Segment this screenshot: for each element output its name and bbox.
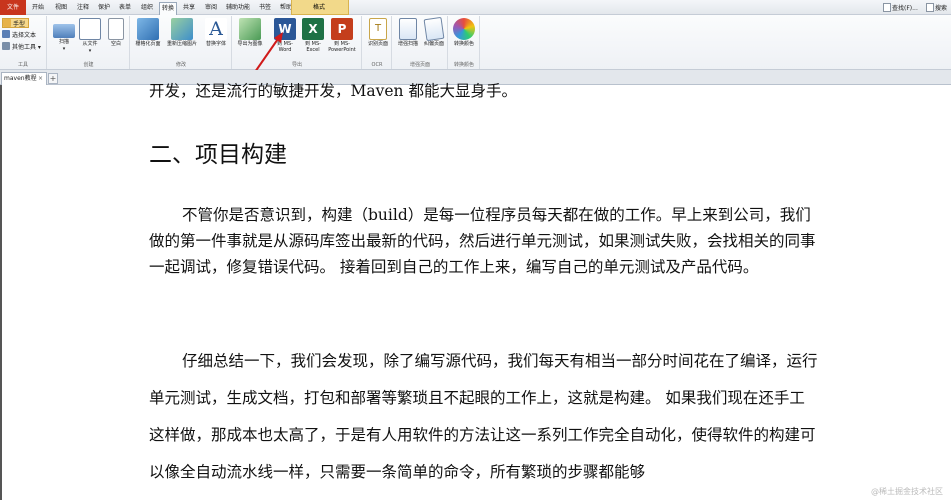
watermark: @稀土掘金技术社区	[871, 487, 943, 496]
to-excel-button[interactable]: X 到 MS- Excel	[298, 18, 328, 53]
ocr-icon: T	[369, 18, 387, 40]
deskew-page-button[interactable]: 纠偏页面	[419, 16, 449, 47]
menu-file[interactable]: 文件	[0, 0, 26, 15]
search-icon	[926, 3, 934, 12]
color-wheel-icon	[453, 18, 475, 40]
ribbon: 手型 选择文本 其他工具 ▾ 工具 扫描▾ 从文件▾ 空白 创建 栅格化页面	[0, 15, 951, 70]
select-text-tool[interactable]: 选择文本	[2, 30, 36, 40]
other-tools[interactable]: 其他工具 ▾	[2, 42, 41, 52]
convert-color-button[interactable]: 转换颜色	[449, 18, 479, 47]
menu-review[interactable]: 审阅	[203, 2, 219, 13]
hand-icon	[3, 19, 11, 27]
menu-view[interactable]: 视图	[53, 2, 69, 13]
rasterize-page-button[interactable]: 栅格化页面	[133, 18, 163, 47]
section-heading: 二、项目构建	[149, 142, 287, 168]
group-create: 扫描 ▾ 从文件 ▾ 空白 创建	[48, 16, 130, 69]
to-powerpoint-button[interactable]: P 到 MS- PowerPoint	[327, 18, 357, 53]
replace-font-button[interactable]: A 替换字体	[201, 18, 231, 47]
group-modify: 栅格化页面 重新压缩图片 A 替换字体 修改	[131, 16, 232, 69]
paragraph: 不管你是否意识到，构建（build）是每一位程序员每天都在做的工作。早上来到公司…	[149, 206, 816, 276]
menu-format[interactable]: 格式	[313, 2, 325, 13]
tools-icon	[2, 42, 10, 50]
group-tools: 手型 选择文本 其他工具 ▾ 工具	[0, 16, 47, 69]
find-button[interactable]: 查找(F)...	[892, 3, 918, 12]
menu-form[interactable]: 表单	[117, 2, 133, 13]
menu-home[interactable]: 开始	[30, 2, 46, 13]
menu-comment[interactable]: 注释	[75, 2, 91, 13]
recompress-images-button[interactable]: 重新压缩图片	[167, 18, 197, 47]
group-label-enhance: 增强页面	[409, 62, 430, 68]
find-icon	[883, 3, 891, 12]
menu-protect[interactable]: 保护	[96, 2, 112, 13]
menu-organize[interactable]: 组织	[139, 2, 155, 13]
group-label-ocr: OCR	[371, 62, 383, 68]
ocr-page-button[interactable]: T 识别页面	[363, 18, 393, 47]
close-tab-icon[interactable]: ×	[38, 73, 43, 84]
group-label-color: 转换颜色	[453, 62, 474, 68]
powerpoint-icon: P	[331, 18, 353, 40]
excel-icon: X	[302, 18, 324, 40]
paragraph: 仔细总结一下，我们会发现，除了编写源代码，我们每天有相当一部分时间花在了编译，运…	[149, 352, 818, 481]
blank-button[interactable]: 空白	[101, 18, 131, 47]
page-left-border	[0, 85, 2, 500]
group-label-modify: 修改	[175, 62, 186, 68]
enhance-scan-icon	[399, 18, 417, 40]
new-tab-button[interactable]: +	[48, 73, 58, 84]
font-icon: A	[205, 18, 227, 40]
menu-convert[interactable]: 转换	[159, 2, 178, 15]
document-tab[interactable]: maven教程 ×	[1, 72, 47, 85]
file-add-icon	[79, 18, 101, 40]
group-ocr: T 识别页面 OCR	[363, 16, 392, 69]
scanner-icon	[53, 24, 75, 38]
menu-bookmark[interactable]: 书签	[257, 2, 273, 13]
hand-tool[interactable]: 手型	[2, 18, 30, 28]
menu-share[interactable]: 共享	[181, 2, 197, 13]
text-fragment: 开发，还是流行的敏捷开发，Maven 都能大显身手。	[149, 82, 517, 100]
menu-accessibility[interactable]: 辅助功能	[224, 2, 252, 13]
group-label-tools: 工具	[17, 62, 28, 68]
document-tab-label: maven教程	[4, 75, 37, 82]
deskew-icon	[423, 16, 445, 42]
menu-bar: 文件 开始 视图 注释 保护 表单 组织 转换 共享 审阅 辅助功能 书签 帮助…	[0, 0, 951, 15]
rasterize-icon	[137, 18, 159, 40]
image-compress-icon	[171, 18, 193, 40]
blank-page-icon	[108, 18, 124, 40]
group-color: 转换颜色 转换颜色	[449, 16, 480, 69]
text-cursor-icon	[2, 30, 10, 38]
search-button[interactable]: 搜索	[935, 3, 947, 12]
group-label-create: 创建	[83, 62, 94, 68]
group-enhance: 增强扫描 纠偏页面 增强页面	[393, 16, 448, 69]
